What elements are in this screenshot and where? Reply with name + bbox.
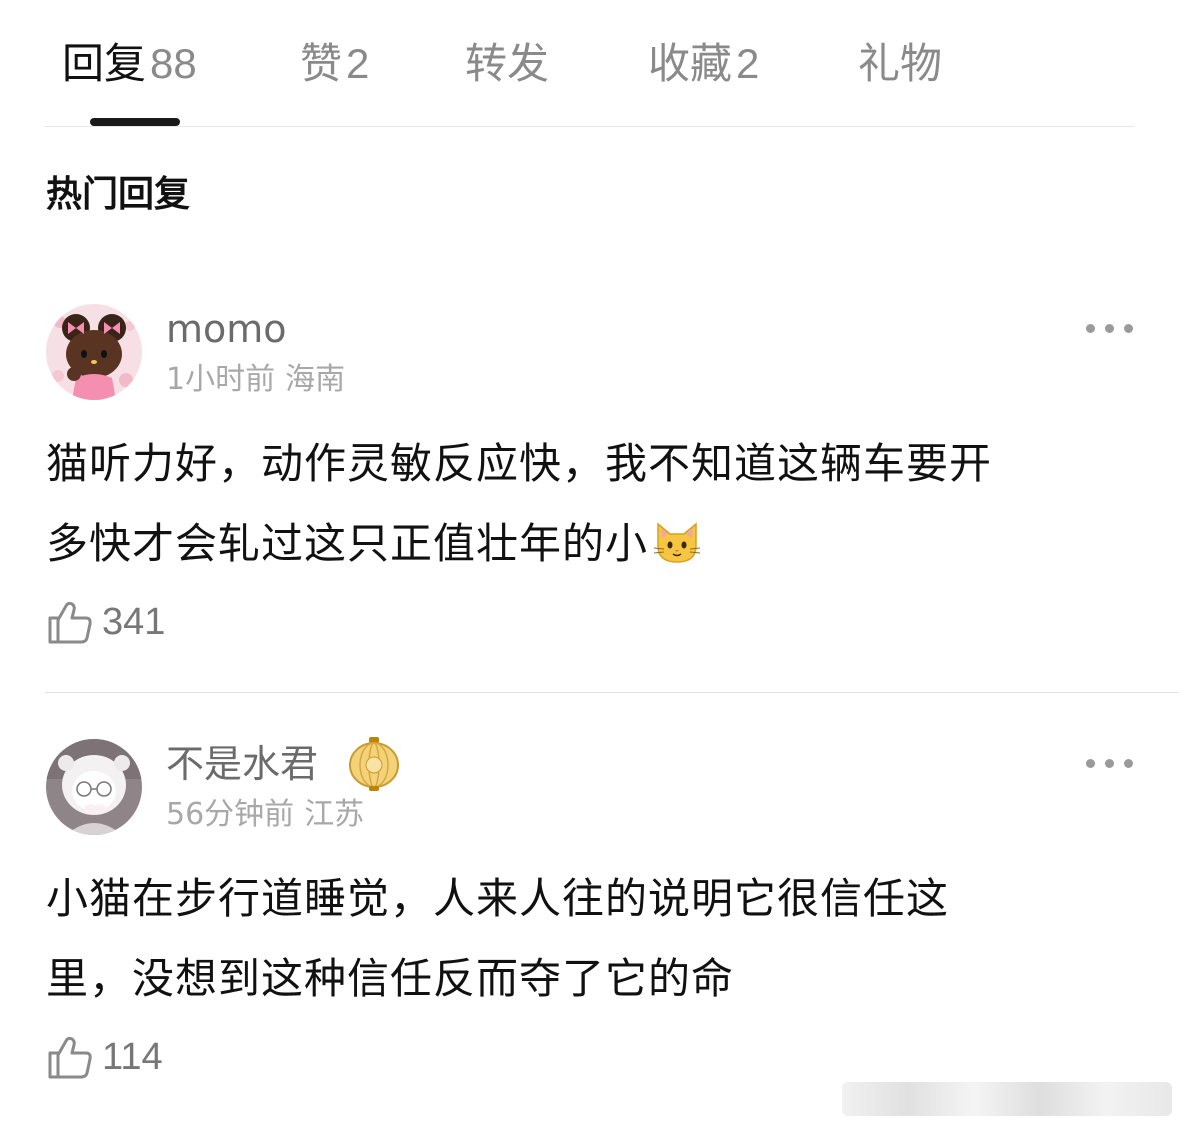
more-dot-icon bbox=[1124, 759, 1133, 768]
more-dot-icon bbox=[1086, 759, 1095, 768]
comment-item: 不是水君 56分钟前 江苏 小猫在步行道睡觉，人来人往的说明它很信任这 里，没想到… bbox=[0, 735, 1179, 1128]
avatar[interactable] bbox=[46, 304, 142, 400]
tabs-divider bbox=[45, 126, 1134, 127]
tab-likes-count: 2 bbox=[346, 40, 370, 87]
avatar-image bbox=[46, 739, 142, 835]
username[interactable]: momo bbox=[166, 304, 287, 354]
tab-reposts[interactable]: 转发 bbox=[465, 36, 549, 92]
comment-text: 小猫在步行道睡觉，人来人往的说明它很信任这 里，没想到这种信任反而夺了它的命 bbox=[46, 859, 1106, 1019]
tab-likes-label: 赞 bbox=[300, 39, 343, 88]
tab-replies-count: 88 bbox=[150, 40, 197, 87]
tab-replies-label: 回复 bbox=[62, 39, 147, 88]
comment-divider bbox=[45, 692, 1179, 693]
thumbs-up-icon bbox=[48, 601, 92, 644]
watermark bbox=[842, 1082, 1172, 1116]
avatar-image bbox=[46, 304, 142, 400]
more-dot-icon bbox=[1105, 324, 1114, 333]
active-tab-indicator bbox=[90, 118, 180, 126]
comment-location: 江苏 bbox=[304, 797, 365, 832]
tab-gifts[interactable]: 礼物 bbox=[858, 36, 942, 92]
tab-favorites-label: 收藏 bbox=[648, 39, 733, 88]
cat-face-emoji-icon bbox=[653, 522, 701, 563]
comment-location: 海南 bbox=[285, 362, 346, 397]
golden-lantern-badge-icon bbox=[349, 737, 399, 791]
comment-text-line-wrap: 多快才会轧过这只正值壮年的小 bbox=[46, 504, 1106, 584]
more-options-button[interactable] bbox=[1084, 312, 1136, 342]
tab-favorites-count: 2 bbox=[736, 40, 760, 87]
thumbs-up-icon bbox=[48, 1036, 92, 1079]
comment-meta: 56分钟前 江苏 bbox=[166, 795, 364, 835]
comment-text-line: 多快才会轧过这只正值壮年的小 bbox=[46, 519, 649, 568]
comment-meta: 1小时前 海南 bbox=[166, 360, 345, 400]
tab-favorites[interactable]: 收藏2 bbox=[648, 36, 759, 92]
tab-bar: 回复88 赞2 转发 收藏2 礼物 bbox=[0, 0, 1179, 128]
like-count: 341 bbox=[102, 601, 166, 643]
comment-text-line: 里，没想到这种信任反而夺了它的命 bbox=[46, 954, 735, 1003]
more-options-button[interactable] bbox=[1084, 747, 1136, 777]
username[interactable]: 不是水君 bbox=[166, 739, 318, 789]
like-count: 114 bbox=[102, 1036, 163, 1078]
comment-text-line: 小猫在步行道睡觉，人来人往的说明它很信任这 bbox=[46, 874, 950, 923]
more-dot-icon bbox=[1124, 324, 1133, 333]
comment-text: 猫听力好，动作灵敏反应快，我不知道这辆车要开 多快才会轧过这只正值壮年的小 bbox=[46, 424, 1106, 584]
comment-time: 1小时前 bbox=[166, 362, 276, 397]
tab-likes[interactable]: 赞2 bbox=[300, 36, 369, 92]
tab-reposts-label: 转发 bbox=[465, 39, 550, 88]
more-dot-icon bbox=[1105, 759, 1114, 768]
tab-gifts-label: 礼物 bbox=[858, 39, 943, 88]
comment-item: momo 1小时前 海南 猫听力好，动作灵敏反应快，我不知道这辆车要开 多快才会轧… bbox=[0, 300, 1179, 692]
comment-time: 56分钟前 bbox=[166, 797, 295, 832]
tab-replies[interactable]: 回复88 bbox=[62, 36, 197, 92]
comment-text-line: 猫听力好，动作灵敏反应快，我不知道这辆车要开 bbox=[46, 439, 993, 488]
avatar[interactable] bbox=[46, 739, 142, 835]
section-title: 热门回复 bbox=[46, 174, 191, 215]
more-dot-icon bbox=[1086, 324, 1095, 333]
